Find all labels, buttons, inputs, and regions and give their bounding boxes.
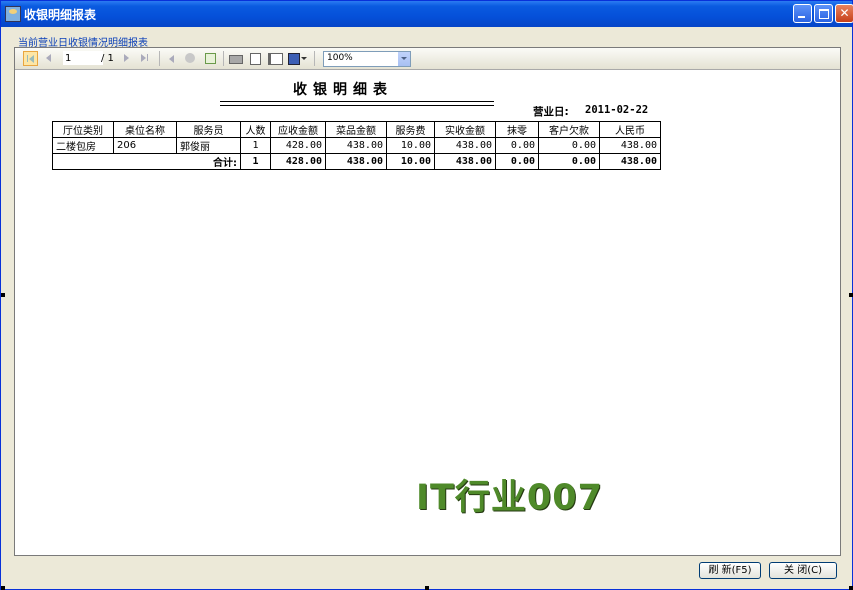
stop-icon[interactable]	[183, 51, 198, 66]
zoom-value: 100%	[327, 53, 353, 63]
close-button[interactable]: 关 闭(C)	[769, 562, 837, 579]
cell-dish-amount: 438.00	[325, 137, 387, 154]
column-header: 客户欠款	[538, 121, 600, 138]
cell-hall-type: 二楼包房	[52, 137, 114, 154]
title-bar[interactable]: 收银明细报表 ✕	[1, 1, 853, 27]
cell-rmb: 438.00	[599, 137, 661, 154]
column-header: 实收金额	[434, 121, 496, 138]
refresh-icon[interactable]	[203, 51, 218, 66]
column-header: 应收金额	[270, 121, 326, 138]
maximize-button[interactable]	[814, 4, 833, 23]
maximize-icon	[815, 5, 832, 22]
cell-service-fee: 10.00	[386, 137, 435, 154]
app-icon	[5, 6, 21, 22]
toolbar-separator	[223, 51, 224, 66]
cell-receivable: 428.00	[270, 137, 326, 154]
close-window-button[interactable]: ✕	[835, 4, 853, 23]
table-header-row: 厅位类别 桌位名称 服务员 人数 应收金额 菜品金额 服务费 实收金额 抹零 客…	[52, 121, 661, 138]
window-title: 收银明细报表	[24, 8, 97, 22]
total-rounding: 0.00	[495, 153, 539, 170]
prev-page-icon[interactable]	[42, 51, 57, 66]
resize-handle[interactable]	[1, 293, 5, 297]
total-label: 合计:	[52, 153, 241, 170]
close-icon: ✕	[839, 6, 850, 20]
cell-debt: 0.00	[538, 137, 600, 154]
column-header: 人数	[240, 121, 271, 138]
minimize-icon	[794, 5, 811, 22]
column-header: 服务费	[386, 121, 435, 138]
chevron-down-icon[interactable]	[398, 52, 410, 66]
column-header: 服务员	[176, 121, 241, 138]
column-header: 人民币	[599, 121, 661, 138]
total-paid: 438.00	[434, 153, 496, 170]
page-number-input[interactable]	[63, 51, 103, 65]
print-layout-icon[interactable]	[248, 51, 263, 66]
resize-handle[interactable]	[425, 586, 429, 590]
cell-waiter: 郭俊丽	[176, 137, 241, 154]
watermark-text: IT行业007	[416, 478, 603, 518]
total-row: 合计: 1 428.00 438.00 10.00 438.00 0.00 0.…	[52, 153, 661, 170]
toolbar-separator	[314, 51, 315, 66]
first-page-icon[interactable]	[23, 51, 38, 66]
cell-table-name: 206	[113, 137, 177, 154]
viewer-toolbar: / 1 100%	[15, 48, 840, 70]
total-debt: 0.00	[538, 153, 600, 170]
resize-handle[interactable]	[849, 586, 853, 590]
total-rmb: 438.00	[599, 153, 661, 170]
next-page-icon[interactable]	[119, 51, 134, 66]
column-header: 厅位类别	[52, 121, 114, 138]
refresh-button[interactable]: 刷 新(F5)	[699, 562, 761, 579]
back-icon[interactable]	[165, 51, 180, 66]
page-total: / 1	[101, 53, 114, 64]
zoom-select[interactable]: 100%	[323, 51, 411, 67]
table-row: 二楼包房 206 郭俊丽 1 428.00 438.00 10.00 438.0…	[52, 137, 661, 154]
page-setup-icon[interactable]	[267, 51, 283, 66]
resize-handle[interactable]	[1, 586, 5, 590]
column-header: 抹零	[495, 121, 539, 138]
export-icon[interactable]	[287, 51, 307, 66]
column-header: 桌位名称	[113, 121, 177, 138]
resize-handle[interactable]	[849, 293, 853, 297]
print-icon[interactable]	[228, 51, 243, 66]
business-date-value: 2011-02-22	[585, 104, 649, 116]
title-underline	[220, 101, 494, 102]
total-service-fee: 10.00	[386, 153, 435, 170]
cell-people: 1	[240, 137, 271, 154]
total-dish-amount: 438.00	[325, 153, 387, 170]
cell-paid: 438.00	[434, 137, 496, 154]
detail-table: 厅位类别 桌位名称 服务员 人数 应收金额 菜品金额 服务费 实收金额 抹零 客…	[52, 121, 661, 170]
minimize-button[interactable]	[793, 4, 812, 23]
total-receivable: 428.00	[270, 153, 326, 170]
business-date-label: 营业日:	[533, 106, 569, 118]
total-people: 1	[240, 153, 271, 170]
last-page-icon[interactable]	[137, 51, 152, 66]
column-header: 菜品金额	[325, 121, 387, 138]
cell-rounding: 0.00	[495, 137, 539, 154]
title-underline	[220, 105, 494, 106]
report-window: 收银明细报表 ✕ 当前营业日收银情况明细报表 / 1 100%	[0, 0, 853, 590]
report-title: 收银明细表	[293, 82, 393, 98]
toolbar-separator	[159, 51, 160, 66]
